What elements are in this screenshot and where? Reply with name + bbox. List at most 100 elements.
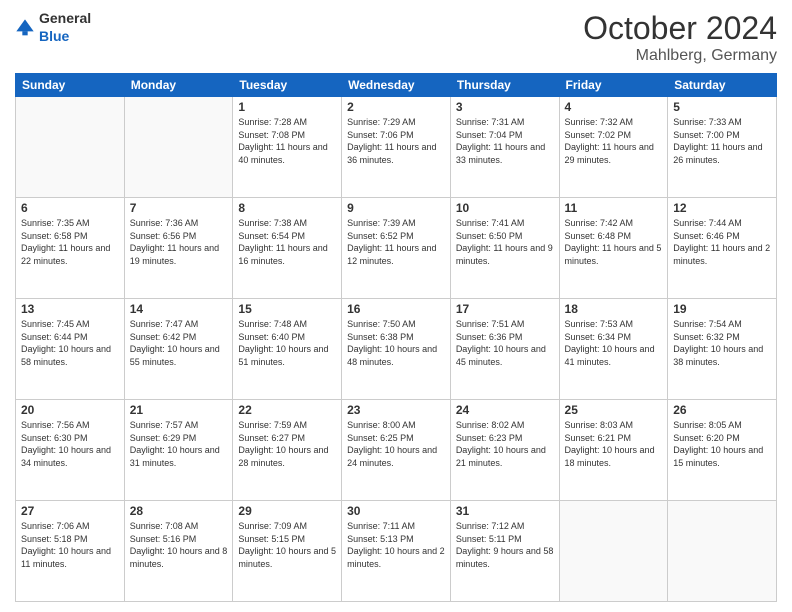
day-info: Sunrise: 7:47 AMSunset: 6:42 PMDaylight:… [130,318,228,368]
week-row-5: 27Sunrise: 7:06 AMSunset: 5:18 PMDayligh… [16,501,777,602]
calendar-page: General Blue October 2024 Mahlberg, Germ… [0,0,792,612]
day-number: 30 [347,504,445,518]
day-info: Sunrise: 7:45 AMSunset: 6:44 PMDaylight:… [21,318,119,368]
day-number: 27 [21,504,119,518]
day-info: Sunrise: 7:57 AMSunset: 6:29 PMDaylight:… [130,419,228,469]
day-info: Sunrise: 7:35 AMSunset: 6:58 PMDaylight:… [21,217,119,267]
day-header-tuesday: Tuesday [233,74,342,97]
day-info: Sunrise: 8:05 AMSunset: 6:20 PMDaylight:… [673,419,771,469]
logo: General Blue [15,10,91,46]
day-number: 22 [238,403,336,417]
day-info: Sunrise: 7:31 AMSunset: 7:04 PMDaylight:… [456,116,554,166]
cal-cell: 27Sunrise: 7:06 AMSunset: 5:18 PMDayligh… [16,501,125,602]
cal-cell: 16Sunrise: 7:50 AMSunset: 6:38 PMDayligh… [342,299,451,400]
cal-cell: 17 Sunrise: 7:51 AMSunset: 6:36 PMDayligh… [450,299,559,400]
day-number: 15 [238,302,336,316]
cal-cell: 18 Sunrise: 7:53 AMSunset: 6:34 PMDayligh… [559,299,668,400]
day-info: Sunrise: 8:03 AMSunset: 6:21 PMDaylight:… [565,419,663,469]
day-number: 3 [456,100,554,114]
day-info: Sunrise: 7:42 AMSunset: 6:48 PMDaylight:… [565,217,663,267]
day-header-monday: Monday [124,74,233,97]
day-info: Sunrise: 8:00 AMSunset: 6:25 PMDaylight:… [347,419,445,469]
day-info: Sunrise: 7:48 AMSunset: 6:40 PMDaylight:… [238,318,336,368]
cal-cell: 28Sunrise: 7:08 AMSunset: 5:16 PMDayligh… [124,501,233,602]
week-row-3: 13Sunrise: 7:45 AMSunset: 6:44 PMDayligh… [16,299,777,400]
day-info: Sunrise: 7:54 AMSunset: 6:32 PMDaylight:… [673,318,771,368]
day-number: 5 [673,100,771,114]
day-info: Sunrise: 7:36 AMSunset: 6:56 PMDaylight:… [130,217,228,267]
day-number: 17 [456,302,554,316]
day-number: 12 [673,201,771,215]
day-number: 18 [565,302,663,316]
cal-cell: 8 Sunrise: 7:38 AMSunset: 6:54 PMDaylight… [233,198,342,299]
week-row-2: 6Sunrise: 7:35 AMSunset: 6:58 PMDaylight… [16,198,777,299]
day-info: Sunrise: 7:44 AMSunset: 6:46 PMDaylight:… [673,217,771,267]
cal-cell: 4 Sunrise: 7:32 AMSunset: 7:02 PMDaylight… [559,97,668,198]
cal-cell: 11 Sunrise: 7:42 AMSunset: 6:48 PMDayligh… [559,198,668,299]
cal-cell: 15 Sunrise: 7:48 AMSunset: 6:40 PMDayligh… [233,299,342,400]
day-number: 2 [347,100,445,114]
cal-cell [559,501,668,602]
cal-cell: 24 Sunrise: 8:02 AMSunset: 6:23 PMDayligh… [450,400,559,501]
day-info: Sunrise: 7:56 AMSunset: 6:30 PMDaylight:… [21,419,119,469]
day-number: 26 [673,403,771,417]
logo-text: General Blue [39,10,91,46]
day-info: Sunrise: 7:41 AMSunset: 6:50 PMDaylight:… [456,217,554,267]
day-number: 11 [565,201,663,215]
day-info: Sunrise: 7:33 AMSunset: 7:00 PMDaylight:… [673,116,771,166]
day-number: 16 [347,302,445,316]
day-number: 14 [130,302,228,316]
calendar-table: SundayMondayTuesdayWednesdayThursdayFrid… [15,73,777,602]
day-info: Sunrise: 7:39 AMSunset: 6:52 PMDaylight:… [347,217,445,267]
day-info: Sunrise: 7:38 AMSunset: 6:54 PMDaylight:… [238,217,336,267]
cal-cell: 23 Sunrise: 8:00 AMSunset: 6:25 PMDayligh… [342,400,451,501]
day-number: 25 [565,403,663,417]
day-number: 4 [565,100,663,114]
day-number: 7 [130,201,228,215]
cal-cell: 30 Sunrise: 7:11 AMSunset: 5:13 PMDayligh… [342,501,451,602]
logo-blue: Blue [39,28,69,44]
day-number: 9 [347,201,445,215]
cal-cell: 25 Sunrise: 8:03 AMSunset: 6:21 PMDayligh… [559,400,668,501]
cal-cell: 12 Sunrise: 7:44 AMSunset: 6:46 PMDayligh… [668,198,777,299]
week-row-4: 20 Sunrise: 7:56 AMSunset: 6:30 PMDayligh… [16,400,777,501]
cal-cell [668,501,777,602]
header: General Blue October 2024 Mahlberg, Germ… [15,10,777,65]
day-number: 8 [238,201,336,215]
day-info: Sunrise: 7:53 AMSunset: 6:34 PMDaylight:… [565,318,663,368]
cal-cell: 9 Sunrise: 7:39 AMSunset: 6:52 PMDaylight… [342,198,451,299]
day-info: Sunrise: 7:51 AMSunset: 6:36 PMDaylight:… [456,318,554,368]
day-number: 29 [238,504,336,518]
day-header-friday: Friday [559,74,668,97]
cal-cell: 3 Sunrise: 7:31 AMSunset: 7:04 PMDaylight… [450,97,559,198]
cal-cell [16,97,125,198]
cal-cell: 22Sunrise: 7:59 AMSunset: 6:27 PMDayligh… [233,400,342,501]
day-number: 31 [456,504,554,518]
cal-cell [124,97,233,198]
day-info: Sunrise: 7:29 AMSunset: 7:06 PMDaylight:… [347,116,445,166]
day-info: Sunrise: 7:08 AMSunset: 5:16 PMDaylight:… [130,520,228,570]
cal-cell: 20 Sunrise: 7:56 AMSunset: 6:30 PMDayligh… [16,400,125,501]
cal-cell: 13Sunrise: 7:45 AMSunset: 6:44 PMDayligh… [16,299,125,400]
day-number: 24 [456,403,554,417]
day-header-sunday: Sunday [16,74,125,97]
day-number: 20 [21,403,119,417]
cal-cell: 26 Sunrise: 8:05 AMSunset: 6:20 PMDayligh… [668,400,777,501]
cal-cell: 29Sunrise: 7:09 AMSunset: 5:15 PMDayligh… [233,501,342,602]
week-row-1: 1Sunrise: 7:28 AMSunset: 7:08 PMDaylight… [16,97,777,198]
cal-cell: 10 Sunrise: 7:41 AMSunset: 6:50 PMDayligh… [450,198,559,299]
day-info: Sunrise: 7:28 AMSunset: 7:08 PMDaylight:… [238,116,336,166]
day-info: Sunrise: 8:02 AMSunset: 6:23 PMDaylight:… [456,419,554,469]
day-info: Sunrise: 7:12 AMSunset: 5:11 PMDaylight:… [456,520,554,570]
day-number: 21 [130,403,228,417]
cal-cell: 19 Sunrise: 7:54 AMSunset: 6:32 PMDayligh… [668,299,777,400]
cal-cell: 5 Sunrise: 7:33 AMSunset: 7:00 PMDaylight… [668,97,777,198]
logo-general: General [39,10,91,26]
cal-cell: 14 Sunrise: 7:47 AMSunset: 6:42 PMDayligh… [124,299,233,400]
day-info: Sunrise: 7:11 AMSunset: 5:13 PMDaylight:… [347,520,445,570]
day-number: 10 [456,201,554,215]
day-number: 19 [673,302,771,316]
day-info: Sunrise: 7:32 AMSunset: 7:02 PMDaylight:… [565,116,663,166]
day-header-wednesday: Wednesday [342,74,451,97]
day-number: 23 [347,403,445,417]
